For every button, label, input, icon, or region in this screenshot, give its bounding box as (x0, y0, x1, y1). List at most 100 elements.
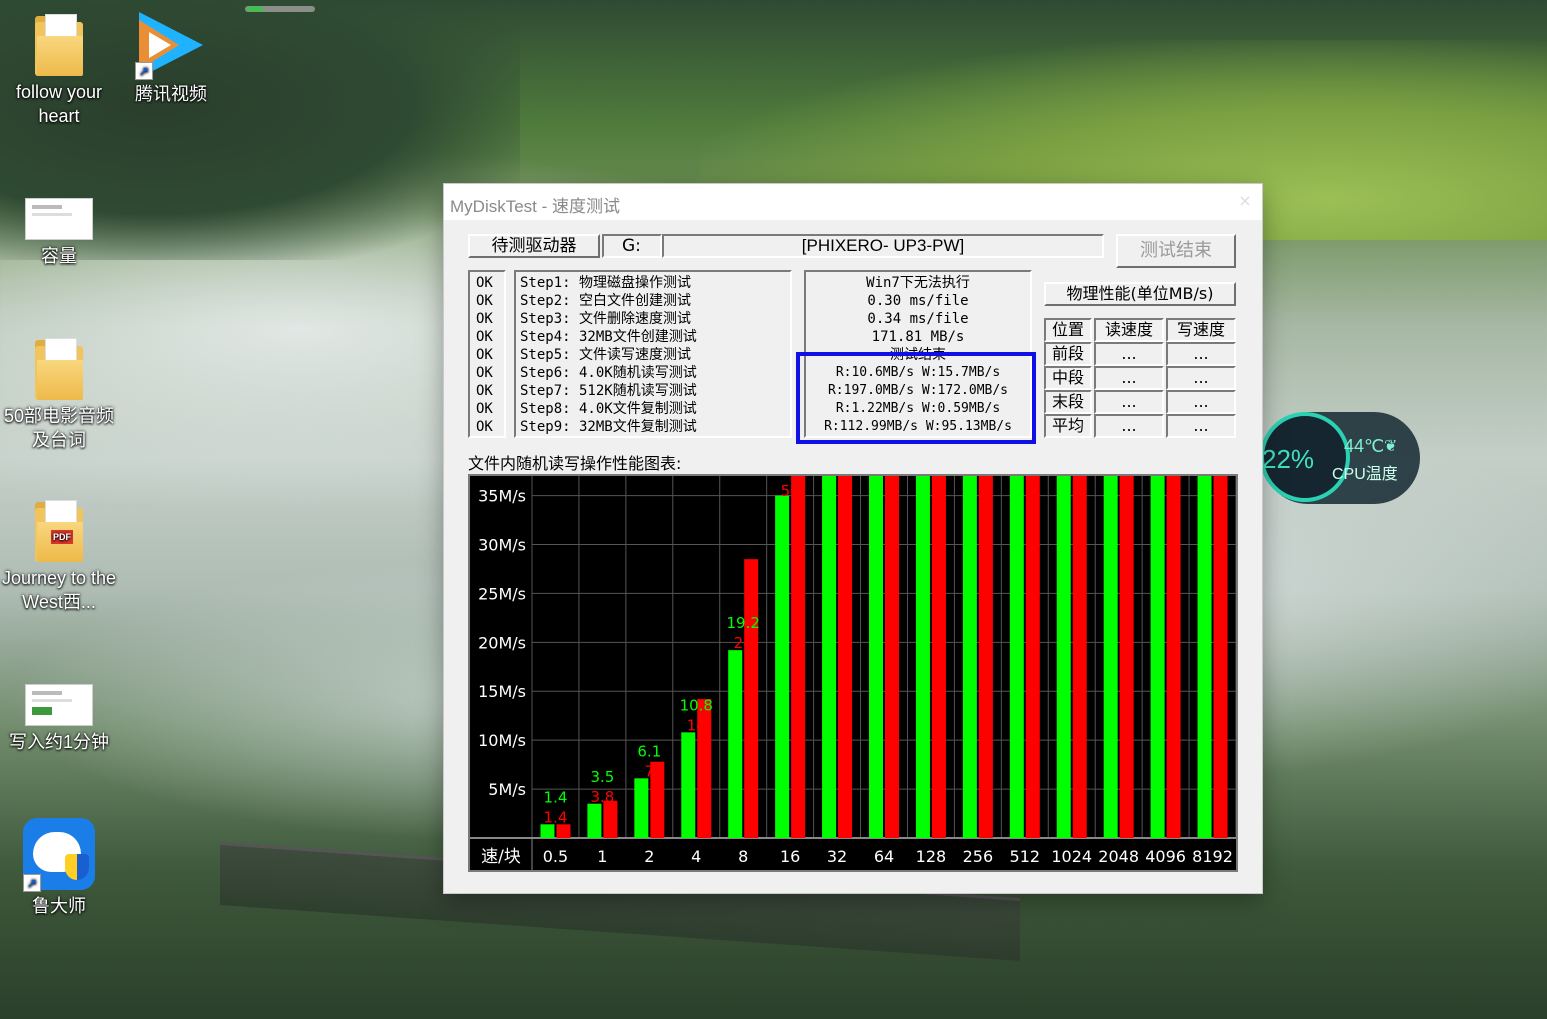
step-item: Step3: 文件删除速度测试 (520, 311, 692, 327)
result-item: 测试结束 (890, 347, 946, 363)
x-tick-label: 2048 (1098, 847, 1139, 866)
table-header: 位置 (1044, 318, 1092, 342)
desktop-icon-label: 50部电影音频及台词 (3, 406, 115, 450)
data-label-read: 6.1 (637, 742, 661, 760)
end-test-button[interactable]: 测试结束 (1116, 234, 1236, 268)
table-cell-write: ... (1166, 414, 1236, 438)
data-label-read: 19.2 (726, 614, 759, 632)
status-ok: OK (476, 383, 493, 399)
y-tick-label: 20M/s (478, 633, 526, 652)
x-tick-label: 512 (1010, 847, 1041, 866)
table-cell-position: 末段 (1044, 390, 1092, 414)
bar-write (1119, 476, 1134, 838)
window-titlebar[interactable]: MyDiskTest - 速度测试 × (444, 184, 1262, 220)
bar-write (931, 476, 946, 838)
status-ok: OK (476, 419, 493, 435)
data-label-write: 28 (734, 634, 753, 652)
result-item: 0.30 ms/file (867, 293, 969, 309)
status-ok: OK (476, 275, 493, 291)
bar-write (1072, 476, 1087, 838)
status-ok: OK (476, 329, 493, 345)
desktop-icon-label: 容量 (41, 246, 77, 266)
bar-read (1197, 476, 1212, 838)
data-label-write: 14 (687, 716, 706, 734)
desktop-icon-follow-your-heart[interactable]: follow your heart (0, 14, 118, 128)
bar-read (869, 476, 883, 838)
status-column: OK OK OK OK OK OK OK OK OK (468, 270, 506, 438)
bar-write (1025, 476, 1040, 838)
x-tick-label: 8 (738, 847, 748, 866)
cpu-usage-value: 22% (1262, 444, 1315, 474)
bar-write (744, 559, 759, 838)
x-tick-label: 64 (874, 847, 894, 866)
bar-write (885, 476, 899, 838)
bar-read (962, 476, 977, 838)
y-tick-label: 15M/s (478, 682, 526, 701)
desktop-icon-label: 腾讯视频 (135, 84, 207, 104)
table-cell-position: 平均 (1044, 414, 1092, 438)
bar-read (540, 824, 555, 838)
y-tick-label: 35M/s (478, 487, 526, 506)
bar-read (587, 803, 602, 838)
bar-read (728, 650, 743, 838)
table-header: 读速度 (1094, 318, 1164, 342)
folder-icon (35, 338, 83, 400)
bar-write (838, 476, 853, 838)
result-item: 0.34 ms/file (867, 311, 969, 327)
status-ok: OK (476, 365, 493, 381)
table-cell-read: ... (1094, 342, 1164, 366)
window-title: MyDiskTest - 速度测试 (450, 197, 620, 216)
leaf-icon: ❦ (1384, 438, 1398, 455)
desktop-icon-ludashi[interactable]: ↗ 鲁大师 (0, 818, 118, 918)
bar-write (1213, 476, 1228, 838)
chart-svg: 5M/s 10M/s 15M/s 20M/s 25M/s 30M/s 35M/s 速/块 1.4… (470, 476, 1237, 870)
y-tick-label: 5M/s (488, 780, 526, 799)
bar-read (681, 732, 696, 838)
x-tick-label: 256 (963, 847, 994, 866)
table-cell-read: ... (1094, 414, 1164, 438)
result-item: R:1.22MB/s W:0.59MB/s (835, 401, 1001, 416)
y-tick-label: 30M/s (478, 535, 526, 554)
top-progress-indicator (245, 6, 315, 12)
data-label-write: 3.8 (590, 788, 614, 806)
desktop-icon-write-time[interactable]: 写入约1分钟 (0, 684, 118, 754)
bar-read (822, 476, 837, 838)
table-header: 写速度 (1166, 318, 1236, 342)
desktop-icon-tencent-video[interactable]: ↗ 腾讯视频 (112, 12, 230, 106)
table-cell-position: 前段 (1044, 342, 1092, 366)
step-item: Step4: 32MB文件创建测试 (520, 329, 697, 345)
desktop-icon-journey-west[interactable]: PDF Journey to the West西... (0, 500, 118, 614)
x-tick-label: 8192 (1192, 847, 1233, 866)
step-item: Step6: 4.0K随机读写测试 (520, 365, 697, 381)
desktop-icon-movies-folder[interactable]: 50部电影音频及台词 (0, 338, 118, 452)
cpu-temperature-label: CPU温度 (1332, 466, 1398, 483)
table-cell-read: ... (1094, 366, 1164, 390)
x-tick-label: 0.5 (543, 847, 568, 866)
status-ok: OK (476, 401, 493, 417)
chart-title: 文件内随机读写操作性能图表: (468, 454, 682, 473)
bar-read (1103, 476, 1118, 838)
drive-name-field: [PHIXERO- UP3-PW] (662, 234, 1104, 258)
close-icon[interactable]: × (1232, 188, 1258, 214)
mydisktest-window: MyDiskTest - 速度测试 × 待测驱动器 G: [PHIXERO- U… (444, 184, 1262, 893)
desktop-icon-label: follow your heart (15, 82, 103, 126)
x-tick-label: 128 (916, 847, 947, 866)
data-label-write: 7 (645, 762, 655, 780)
desktop-icon-capacity[interactable]: 容量 (0, 198, 118, 268)
data-label-read: 10.8 (680, 696, 713, 714)
bar-write (556, 824, 571, 838)
result-item: Win7下无法执行 (866, 275, 970, 291)
step-item: Step2: 空白文件创建测试 (520, 293, 692, 309)
steps-column: Step1: 物理磁盘操作测试 Step2: 空白文件创建测试 Step3: 文… (514, 270, 792, 438)
table-cell-write: ... (1166, 366, 1236, 390)
cpu-temperature-widget[interactable]: 22% 44℃ ❦ CPU温度 (1260, 412, 1420, 504)
bar-read (634, 778, 649, 838)
folder-photos-icon (35, 14, 83, 76)
desktop-icon-label: 写入约1分钟 (8, 732, 109, 752)
bar-write (603, 800, 618, 838)
bar-write (791, 476, 806, 838)
result-item: R:10.6MB/s W:15.7MB/s (835, 365, 1001, 380)
data-label-write: 50 (781, 482, 800, 500)
data-label-write: 1.4 (544, 808, 568, 826)
drive-label: 待测驱动器 (468, 234, 600, 258)
